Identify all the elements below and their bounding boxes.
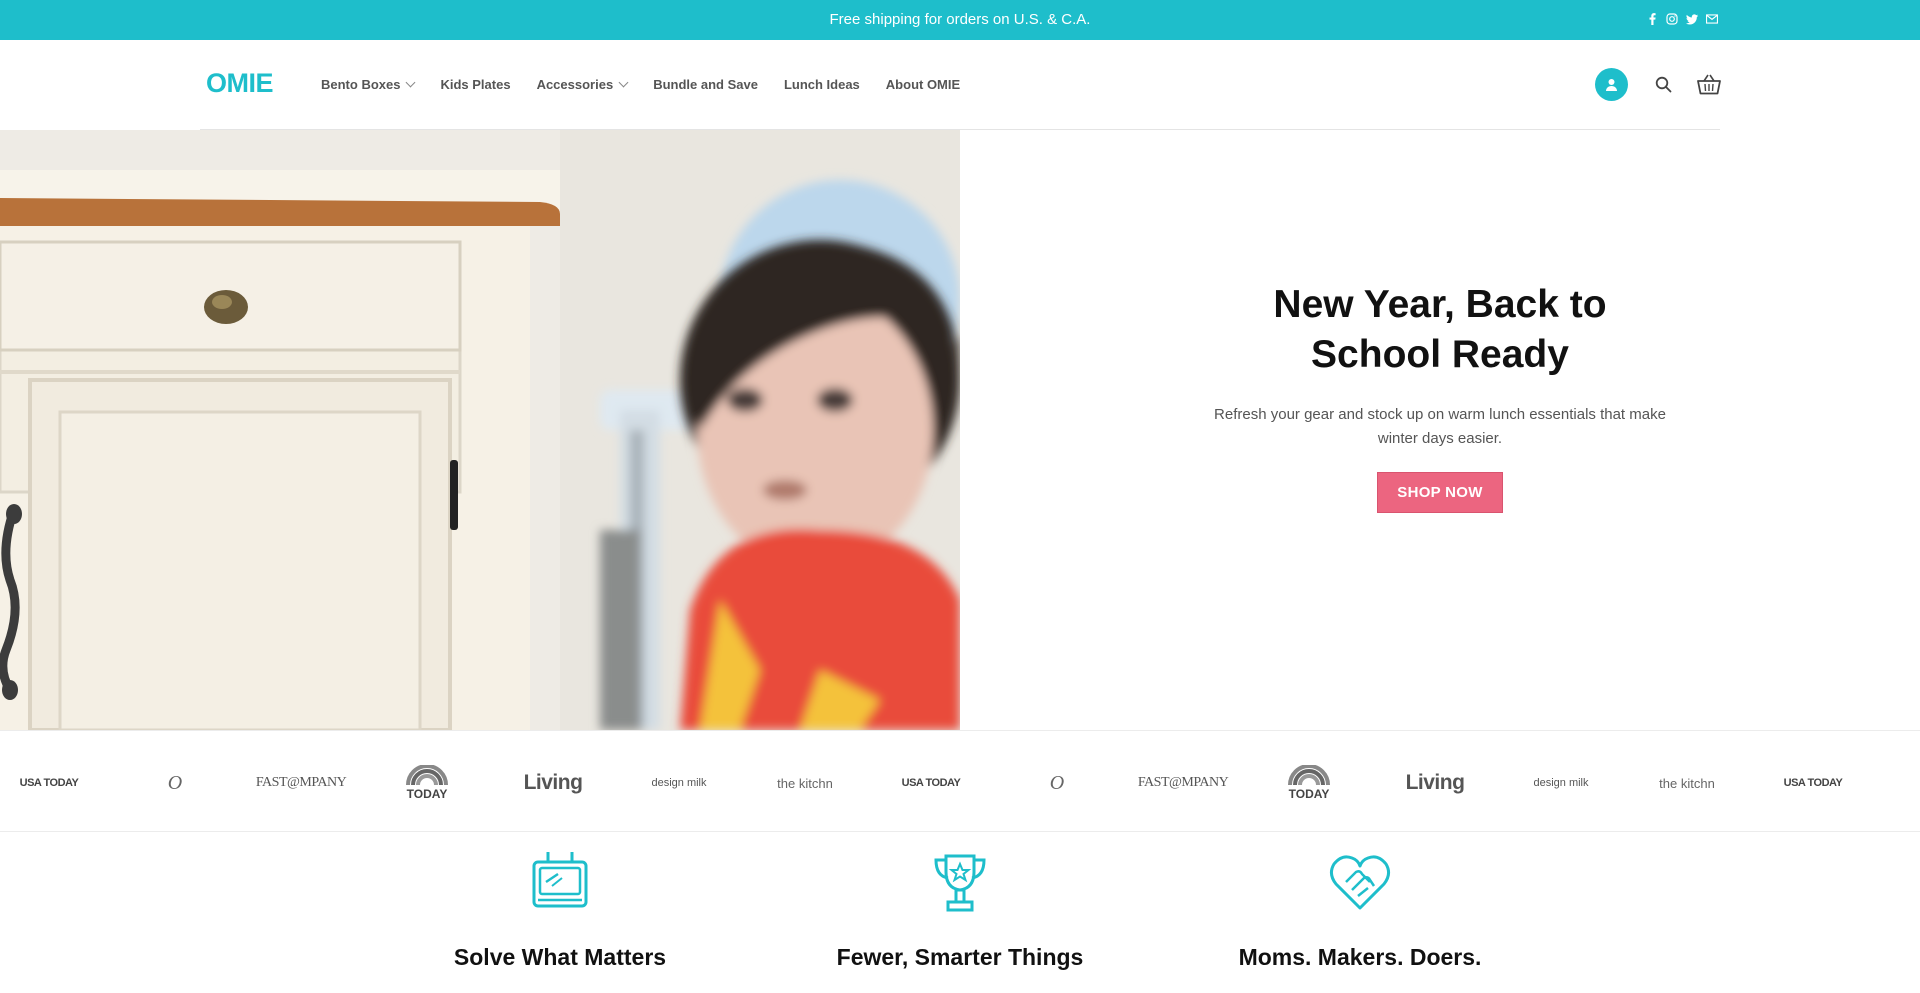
hero-subtitle-line: Refresh your gear and stock up on warm l… bbox=[1214, 406, 1666, 423]
thekitchn-logo-text: the kitchn bbox=[777, 775, 833, 791]
hero-subtitle: Refresh your gear and stock up on warm l… bbox=[1190, 403, 1690, 451]
feature-title: Fewer, Smarter Things bbox=[836, 944, 1084, 970]
today-rainbow-icon: TODAY bbox=[1288, 765, 1330, 801]
feature-title: Moms. Makers. Doers. bbox=[1238, 944, 1482, 970]
omie-logo-mark: OMIE bbox=[206, 68, 274, 98]
nav-kids-plates[interactable]: Kids Plates bbox=[440, 77, 510, 92]
feature-solve-what-matters: Solve What Matters bbox=[410, 850, 710, 971]
hero-title-line: New Year, Back to bbox=[1273, 283, 1607, 326]
thekitchn-logo-text: the kitchn bbox=[1659, 775, 1715, 791]
today-rainbow-icon: TODAY bbox=[406, 765, 448, 801]
nav-label: Bento Boxes bbox=[321, 77, 401, 92]
svg-text:OMIE: OMIE bbox=[206, 70, 273, 96]
fastcompany-logo: FAST@MPANY bbox=[1120, 763, 1246, 803]
nav-bundle-and-save[interactable]: Bundle and Save bbox=[653, 77, 758, 92]
social-links bbox=[1646, 12, 1718, 26]
nav-accessories[interactable]: Accessories bbox=[536, 77, 629, 92]
today-logo: TODAY bbox=[364, 763, 490, 803]
oprah-logo-text: O bbox=[1049, 771, 1065, 794]
heart-hands-icon bbox=[1329, 855, 1391, 910]
hero-photo bbox=[0, 130, 960, 730]
main-nav: Bento Boxes Kids Plates Accessories Bund… bbox=[321, 77, 960, 92]
oprah-logo: O bbox=[994, 763, 1120, 803]
usatoday-logo: USA TODAY bbox=[868, 763, 994, 803]
press-logos-strip: USA TODAY O FAST@MPANY TODAY Living desi… bbox=[0, 730, 1920, 832]
cart-icon[interactable] bbox=[1697, 74, 1721, 100]
living-logo: Living bbox=[1372, 763, 1498, 803]
oprah-logo-text: O bbox=[167, 771, 183, 794]
living-logo-text: Living bbox=[1405, 771, 1465, 794]
twitter-icon[interactable] bbox=[1686, 12, 1698, 26]
nav-label: About OMIE bbox=[885, 77, 961, 92]
thekitchn-logo: the kitchn bbox=[742, 763, 868, 803]
site-header: OMIE Bento Boxes Kids Plates Accessories… bbox=[0, 40, 1920, 130]
hero-subtitle-line: winter days easier. bbox=[1377, 430, 1503, 447]
value-props: Solve What Matters Fewer, Smarter Things… bbox=[0, 832, 1920, 993]
fastcompany-logo-text: FAST@MPANY bbox=[255, 775, 347, 790]
designmilk-logo-text: design milk bbox=[651, 777, 707, 789]
nav-bento-boxes[interactable]: Bento Boxes bbox=[321, 77, 416, 92]
shop-now-button[interactable]: SHOP NOW bbox=[1377, 472, 1503, 513]
hero-content: New Year, Back to School Ready Refresh y… bbox=[1190, 280, 1690, 513]
trophy-icon bbox=[934, 854, 986, 912]
designmilk-logo-text: design milk bbox=[1533, 777, 1589, 789]
facebook-icon[interactable] bbox=[1646, 12, 1658, 26]
usatoday-logo: USA TODAY bbox=[1750, 763, 1876, 803]
chevron-down-icon bbox=[406, 77, 416, 88]
designmilk-logo: design milk bbox=[1498, 763, 1624, 803]
living-logo: Living bbox=[490, 763, 616, 803]
today-logo: TODAY bbox=[1246, 763, 1372, 803]
nav-lunch-ideas[interactable]: Lunch Ideas bbox=[784, 77, 860, 92]
usatoday-logo-text: USA TODAY bbox=[19, 777, 79, 789]
child-by-dresser-illustration bbox=[0, 130, 960, 730]
hero-title: New Year, Back to School Ready bbox=[1190, 280, 1690, 380]
svg-text:TODAY: TODAY bbox=[407, 787, 448, 801]
shipping-message: Free shipping for orders on U.S. & C.A. bbox=[829, 11, 1091, 28]
oprah-logo: O bbox=[1876, 763, 1920, 803]
fastcompany-logo-text: FAST@MPANY bbox=[1137, 775, 1229, 790]
press-logos-track: USA TODAY O FAST@MPANY TODAY Living desi… bbox=[0, 763, 1920, 803]
hero-title-line: School Ready bbox=[1311, 333, 1569, 376]
thekitchn-logo: the kitchn bbox=[1624, 763, 1750, 803]
nav-label: Accessories bbox=[536, 77, 614, 92]
feature-fewer-smarter-things: Fewer, Smarter Things bbox=[810, 850, 1110, 971]
nav-about-omie[interactable]: About OMIE bbox=[886, 77, 960, 92]
search-icon[interactable] bbox=[1655, 76, 1672, 98]
announcement-bar: Free shipping for orders on U.S. & C.A. bbox=[0, 0, 1920, 40]
feature-title: Solve What Matters bbox=[453, 944, 667, 970]
living-logo-text: Living bbox=[523, 771, 583, 794]
account-icon[interactable] bbox=[1595, 68, 1628, 101]
nav-label: Kids Plates bbox=[440, 77, 511, 92]
nav-label: Lunch Ideas bbox=[783, 77, 860, 92]
usatoday-logo: USA TODAY bbox=[0, 763, 112, 803]
feature-moms-makers-doers: Moms. Makers. Doers. bbox=[1210, 850, 1510, 971]
header-actions bbox=[1595, 68, 1721, 101]
omie-logo[interactable]: OMIE bbox=[206, 68, 284, 101]
hero-banner: New Year, Back to School Ready Refresh y… bbox=[0, 130, 1920, 730]
oprah-logo: O bbox=[112, 763, 238, 803]
usatoday-logo-text: USA TODAY bbox=[1783, 777, 1843, 789]
nav-label: Bundle and Save bbox=[653, 77, 758, 92]
designmilk-logo: design milk bbox=[616, 763, 742, 803]
chevron-down-icon bbox=[618, 77, 629, 88]
lunchbox-icon bbox=[532, 852, 588, 908]
instagram-icon[interactable] bbox=[1666, 12, 1678, 26]
svg-text:TODAY: TODAY bbox=[1289, 787, 1330, 801]
fastcompany-logo: FAST@MPANY bbox=[238, 763, 364, 803]
usatoday-logo-text: USA TODAY bbox=[901, 777, 961, 789]
email-icon[interactable] bbox=[1706, 12, 1718, 26]
